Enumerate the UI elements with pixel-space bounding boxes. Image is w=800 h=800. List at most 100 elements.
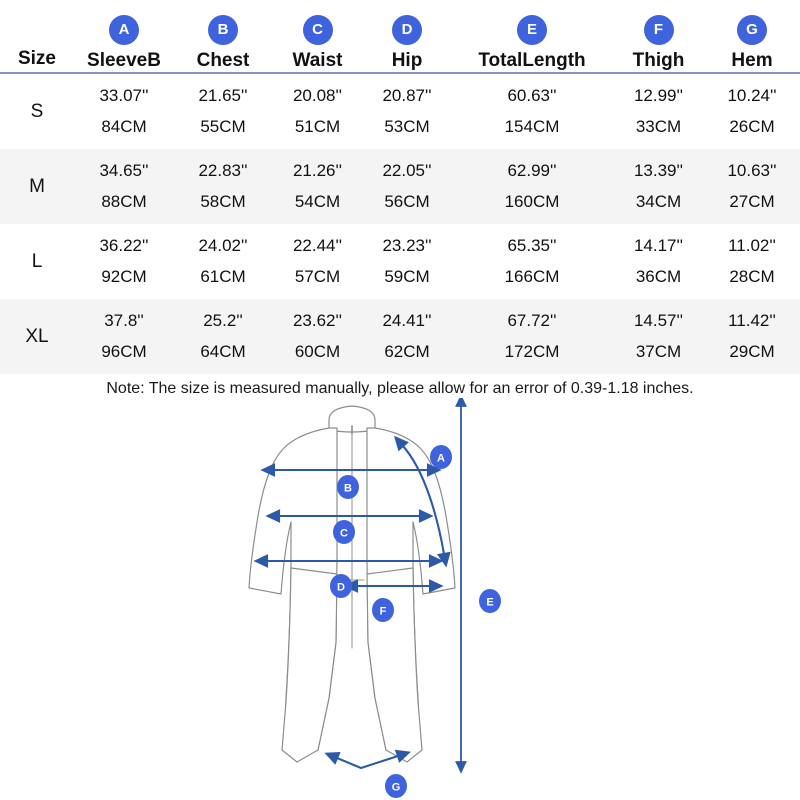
value-cm: 37CM <box>635 342 682 361</box>
value-inch: 33.07'' <box>99 86 149 105</box>
cell-waist: 23.62'' 60CM <box>272 299 363 374</box>
garment-diagram: A B C D E F G <box>0 398 800 800</box>
cell-hem: 11.42'' 29CM <box>704 299 800 374</box>
cell-hem: 10.63'' 27CM <box>704 149 800 224</box>
value-cm: 36CM <box>635 267 682 286</box>
size-value: M <box>29 175 45 197</box>
cell-hip: 20.87'' 53CM <box>363 73 451 149</box>
value-inch: 34.65'' <box>99 161 149 180</box>
cell-hem: 10.24'' 26CM <box>704 73 800 149</box>
badge-b-label: B <box>344 483 352 495</box>
cell-sleeveb: 34.65'' 88CM <box>74 149 174 224</box>
value-inch: 22.83'' <box>198 161 248 180</box>
value-cm: 59CM <box>384 267 430 286</box>
value-cm: 56CM <box>384 192 430 211</box>
header-cell-thigh: F Thigh <box>613 0 704 74</box>
cell-totallength: 65.35'' 166CM <box>451 224 613 299</box>
table-header: Size A SleeveB B Chest C Waist D Hip E T… <box>0 0 800 74</box>
value-cm: 64CM <box>200 342 246 361</box>
badge-d-marker: D <box>330 574 352 598</box>
value-cm: 96CM <box>101 342 147 361</box>
value-inch: 67.72'' <box>507 311 557 330</box>
value-cm: 57CM <box>294 267 341 286</box>
value-inch: 21.65'' <box>198 86 248 105</box>
cell-chest: 25.2'' 64CM <box>174 299 272 374</box>
value-inch: 20.87'' <box>382 86 432 105</box>
value-inch: 12.99'' <box>633 86 684 105</box>
row-size-cell: M <box>0 149 74 224</box>
badge-c-marker: C <box>333 520 355 544</box>
value-cm: 92CM <box>101 267 147 286</box>
value-inch: 13.39'' <box>633 161 684 180</box>
badge-a-icon: A <box>109 15 139 45</box>
cell-hem: 11.02'' 28CM <box>704 224 800 299</box>
value-inch: 10.63'' <box>727 161 777 180</box>
value-cm: 172CM <box>504 342 560 361</box>
value-cm: 54CM <box>294 192 341 211</box>
table-row: S 33.07'' 84CM 21.65'' 55CM 20.08'' 51CM… <box>0 73 800 149</box>
badge-b-marker: B <box>337 475 359 499</box>
size-value: XL <box>25 325 49 347</box>
column-header-totallength: TotalLength <box>478 50 586 71</box>
badge-e-icon: E <box>517 15 547 45</box>
cell-hip: 23.23'' 59CM <box>363 224 451 299</box>
size-chart-page: Size A SleeveB B Chest C Waist D Hip E T… <box>0 0 800 800</box>
table-row: L 36.22'' 92CM 24.02'' 61CM 22.44'' 57CM… <box>0 224 800 299</box>
column-header-size: Size <box>17 48 57 69</box>
badge-a-label: A <box>437 453 445 465</box>
value-cm: 27CM <box>729 192 775 211</box>
value-cm: 166CM <box>504 267 560 286</box>
value-inch: 25.2'' <box>203 311 243 330</box>
value-cm: 160CM <box>504 192 560 211</box>
value-cm: 154CM <box>504 117 560 136</box>
badge-c-icon: C <box>302 15 333 45</box>
cell-chest: 24.02'' 61CM <box>174 224 272 299</box>
value-inch: 10.24'' <box>727 86 777 105</box>
size-value: S <box>30 100 44 122</box>
row-size-cell: XL <box>0 299 74 374</box>
header-cell-hem: G Hem <box>704 0 800 74</box>
size-value: L <box>31 250 43 272</box>
cell-totallength: 62.99'' 160CM <box>451 149 613 224</box>
value-inch: 24.41'' <box>382 311 432 330</box>
row-size-cell: S <box>0 73 74 149</box>
column-header-hem: Hem <box>731 50 773 71</box>
header-cell-waist: C Waist <box>272 0 363 74</box>
header-cell-totallength: E TotalLength <box>451 0 613 74</box>
badge-g-icon: G <box>737 15 767 45</box>
value-cm: 28CM <box>729 267 775 286</box>
value-cm: 53CM <box>384 117 430 136</box>
value-inch: 14.17'' <box>633 236 684 255</box>
cell-sleeveb: 33.07'' 84CM <box>74 73 174 149</box>
value-inch: 22.05'' <box>382 161 432 180</box>
value-cm: 29CM <box>729 342 775 361</box>
cell-hip: 22.05'' 56CM <box>363 149 451 224</box>
value-cm: 51CM <box>294 117 341 136</box>
value-cm: 55CM <box>200 117 246 136</box>
badge-b-icon: B <box>208 15 238 45</box>
garment-outline-icon <box>248 405 456 763</box>
value-cm: 26CM <box>729 117 775 136</box>
column-header-waist: Waist <box>292 50 343 71</box>
badge-f-label: F <box>380 606 387 618</box>
size-chart-table: Size A SleeveB B Chest C Waist D Hip E T… <box>0 0 800 374</box>
value-inch: 24.02'' <box>198 236 248 255</box>
badge-f-marker: F <box>372 598 394 622</box>
cell-chest: 21.65'' 55CM <box>174 73 272 149</box>
column-header-chest: Chest <box>196 50 250 71</box>
cell-thigh: 12.99'' 33CM <box>613 73 704 149</box>
badge-e-label: E <box>486 597 493 609</box>
value-inch: 20.08'' <box>292 86 343 105</box>
cell-totallength: 67.72'' 172CM <box>451 299 613 374</box>
cell-waist: 22.44'' 57CM <box>272 224 363 299</box>
column-header-hip: Hip <box>391 50 423 71</box>
table-row: M 34.65'' 88CM 22.83'' 58CM 21.26'' 54CM… <box>0 149 800 224</box>
arrow-g-hem <box>324 749 411 770</box>
cell-hip: 24.41'' 62CM <box>363 299 451 374</box>
cell-thigh: 14.57'' 37CM <box>613 299 704 374</box>
header-row: Size A SleeveB B Chest C Waist D Hip E T… <box>0 0 800 74</box>
value-cm: 60CM <box>294 342 341 361</box>
cell-sleeveb: 36.22'' 92CM <box>74 224 174 299</box>
value-cm: 88CM <box>101 192 147 211</box>
badge-c-label: C <box>340 528 348 540</box>
